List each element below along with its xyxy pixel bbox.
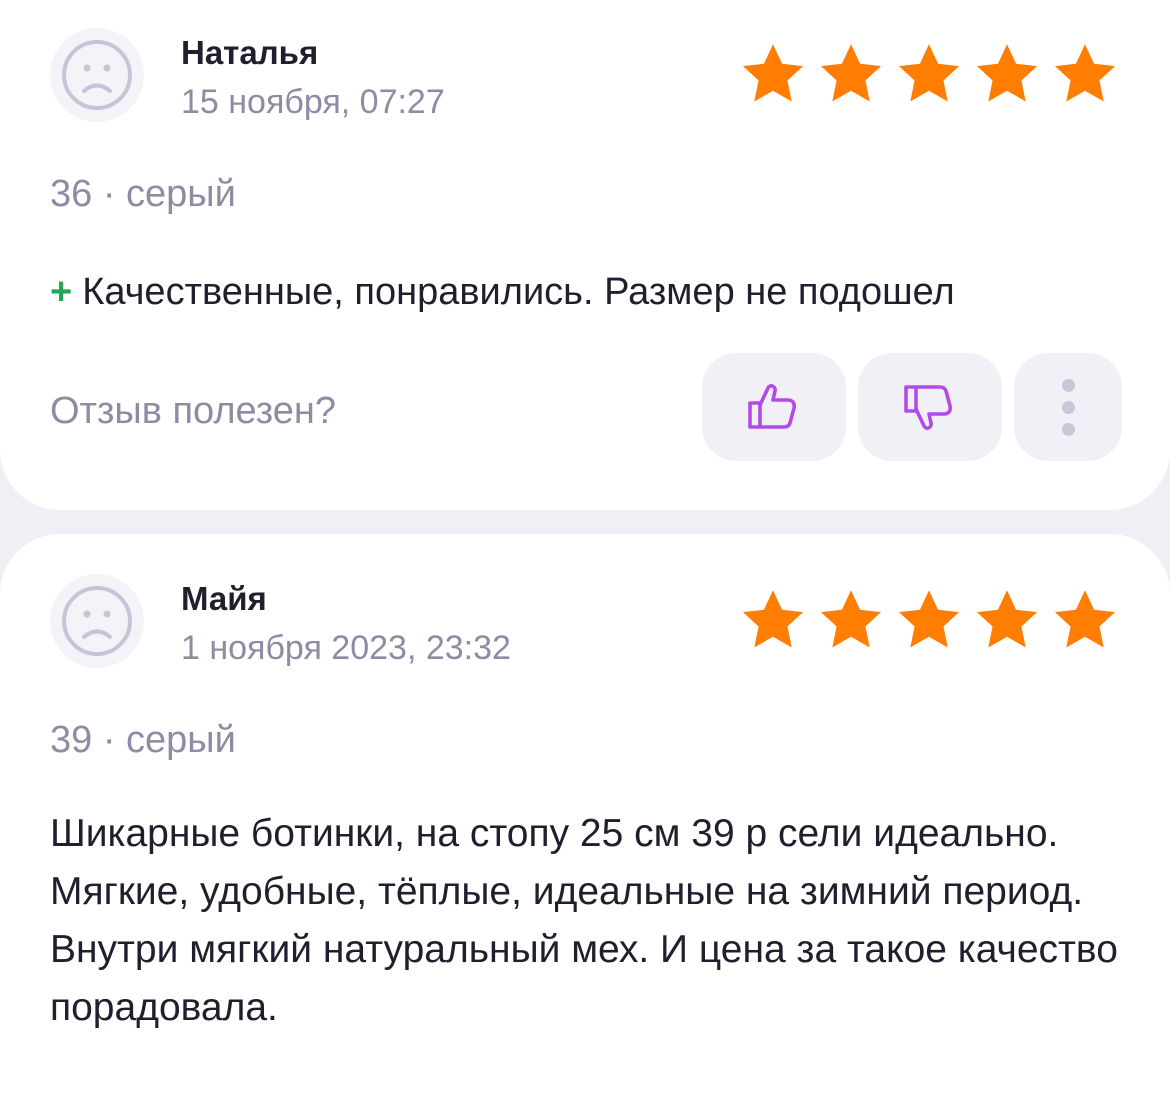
sad-face-avatar-icon bbox=[50, 574, 144, 668]
star-icon bbox=[1054, 590, 1116, 648]
dislike-button[interactable] bbox=[858, 353, 1002, 461]
more-vertical-icon bbox=[1061, 378, 1075, 436]
sad-face-avatar-icon bbox=[50, 28, 144, 122]
star-icon bbox=[976, 590, 1038, 648]
more-options-button[interactable] bbox=[1014, 353, 1122, 461]
star-icon bbox=[742, 590, 804, 648]
star-icon bbox=[820, 590, 882, 648]
star-icon bbox=[898, 590, 960, 648]
pros-text: Качественные, понравились. Размер не под… bbox=[82, 271, 955, 313]
review-author: Майя bbox=[181, 580, 267, 617]
pros-marker: + bbox=[50, 271, 73, 313]
rating-stars bbox=[739, 586, 1119, 654]
review-pros: + Качественные, понравились. Размер не по… bbox=[50, 273, 955, 311]
review-variant: 39 · серый bbox=[50, 719, 236, 761]
review-variant: 36 · серый bbox=[50, 173, 236, 215]
review-date: 1 ноября 2023, 23:32 bbox=[181, 629, 511, 667]
thumbs-down-icon bbox=[904, 385, 953, 430]
review-card: Майя 1 ноября 2023, 23:32 39 · серый Шик… bbox=[0, 534, 1170, 1094]
star-icon bbox=[820, 44, 882, 102]
review-date: 15 ноября, 07:27 bbox=[181, 83, 445, 121]
rating-stars bbox=[739, 40, 1119, 108]
like-button[interactable] bbox=[702, 353, 846, 461]
helpful-question: Отзыв полезен? bbox=[50, 390, 337, 432]
star-icon bbox=[742, 44, 804, 102]
review-card: Наталья 15 ноября, 07:27 36 · серый + Кач… bbox=[0, 0, 1170, 510]
review-text: Шикарные ботинки, на стопу 25 см 39 р се… bbox=[50, 812, 1118, 1029]
star-icon bbox=[1054, 44, 1116, 102]
star-icon bbox=[898, 44, 960, 102]
star-icon bbox=[976, 44, 1038, 102]
review-author: Наталья bbox=[181, 34, 319, 71]
thumbs-up-icon bbox=[748, 384, 797, 429]
